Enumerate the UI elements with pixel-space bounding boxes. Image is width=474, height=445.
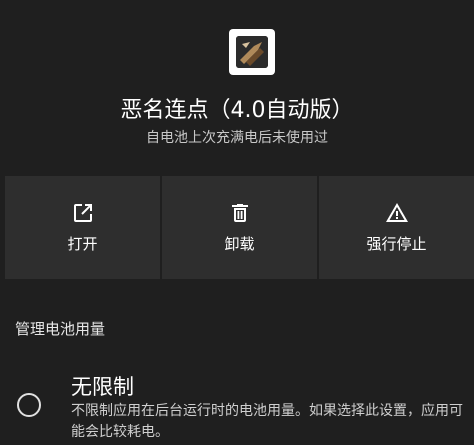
unrestricted-radio[interactable] [17,393,41,417]
open-button[interactable]: 打开 [5,176,160,279]
force-stop-button[interactable]: 强行停止 [319,176,474,279]
app-logo-image [236,36,268,68]
app-name: 恶名连点（4.0自动版） [120,98,354,123]
option-title: 无限制 [71,375,134,399]
app-icon [229,29,275,75]
uninstall-button[interactable]: 卸载 [162,176,317,279]
open-button-label: 打开 [67,235,98,253]
force-stop-button-label: 强行停止 [366,235,427,253]
trash-icon [231,204,248,222]
battery-option-unrestricted[interactable]: 无限制 不限制应用在后台运行时的电池用量。如果选择此设置，应用可能会比较耗电。 [0,368,474,445]
option-description: 不限制应用在后台运行时的电池用量。如果选择此设置，应用可能会比较耗电。 [71,403,463,440]
manage-battery-header: 管理电池用量 [15,320,106,338]
uninstall-button-label: 卸载 [224,235,255,253]
open-external-icon [73,204,92,222]
game-logo-icon [236,36,268,68]
warning-icon [385,203,408,222]
action-buttons: 打开 卸载 强行停止 [5,176,474,279]
battery-usage-summary: 自电池上次充满电后未使用过 [146,130,328,146]
